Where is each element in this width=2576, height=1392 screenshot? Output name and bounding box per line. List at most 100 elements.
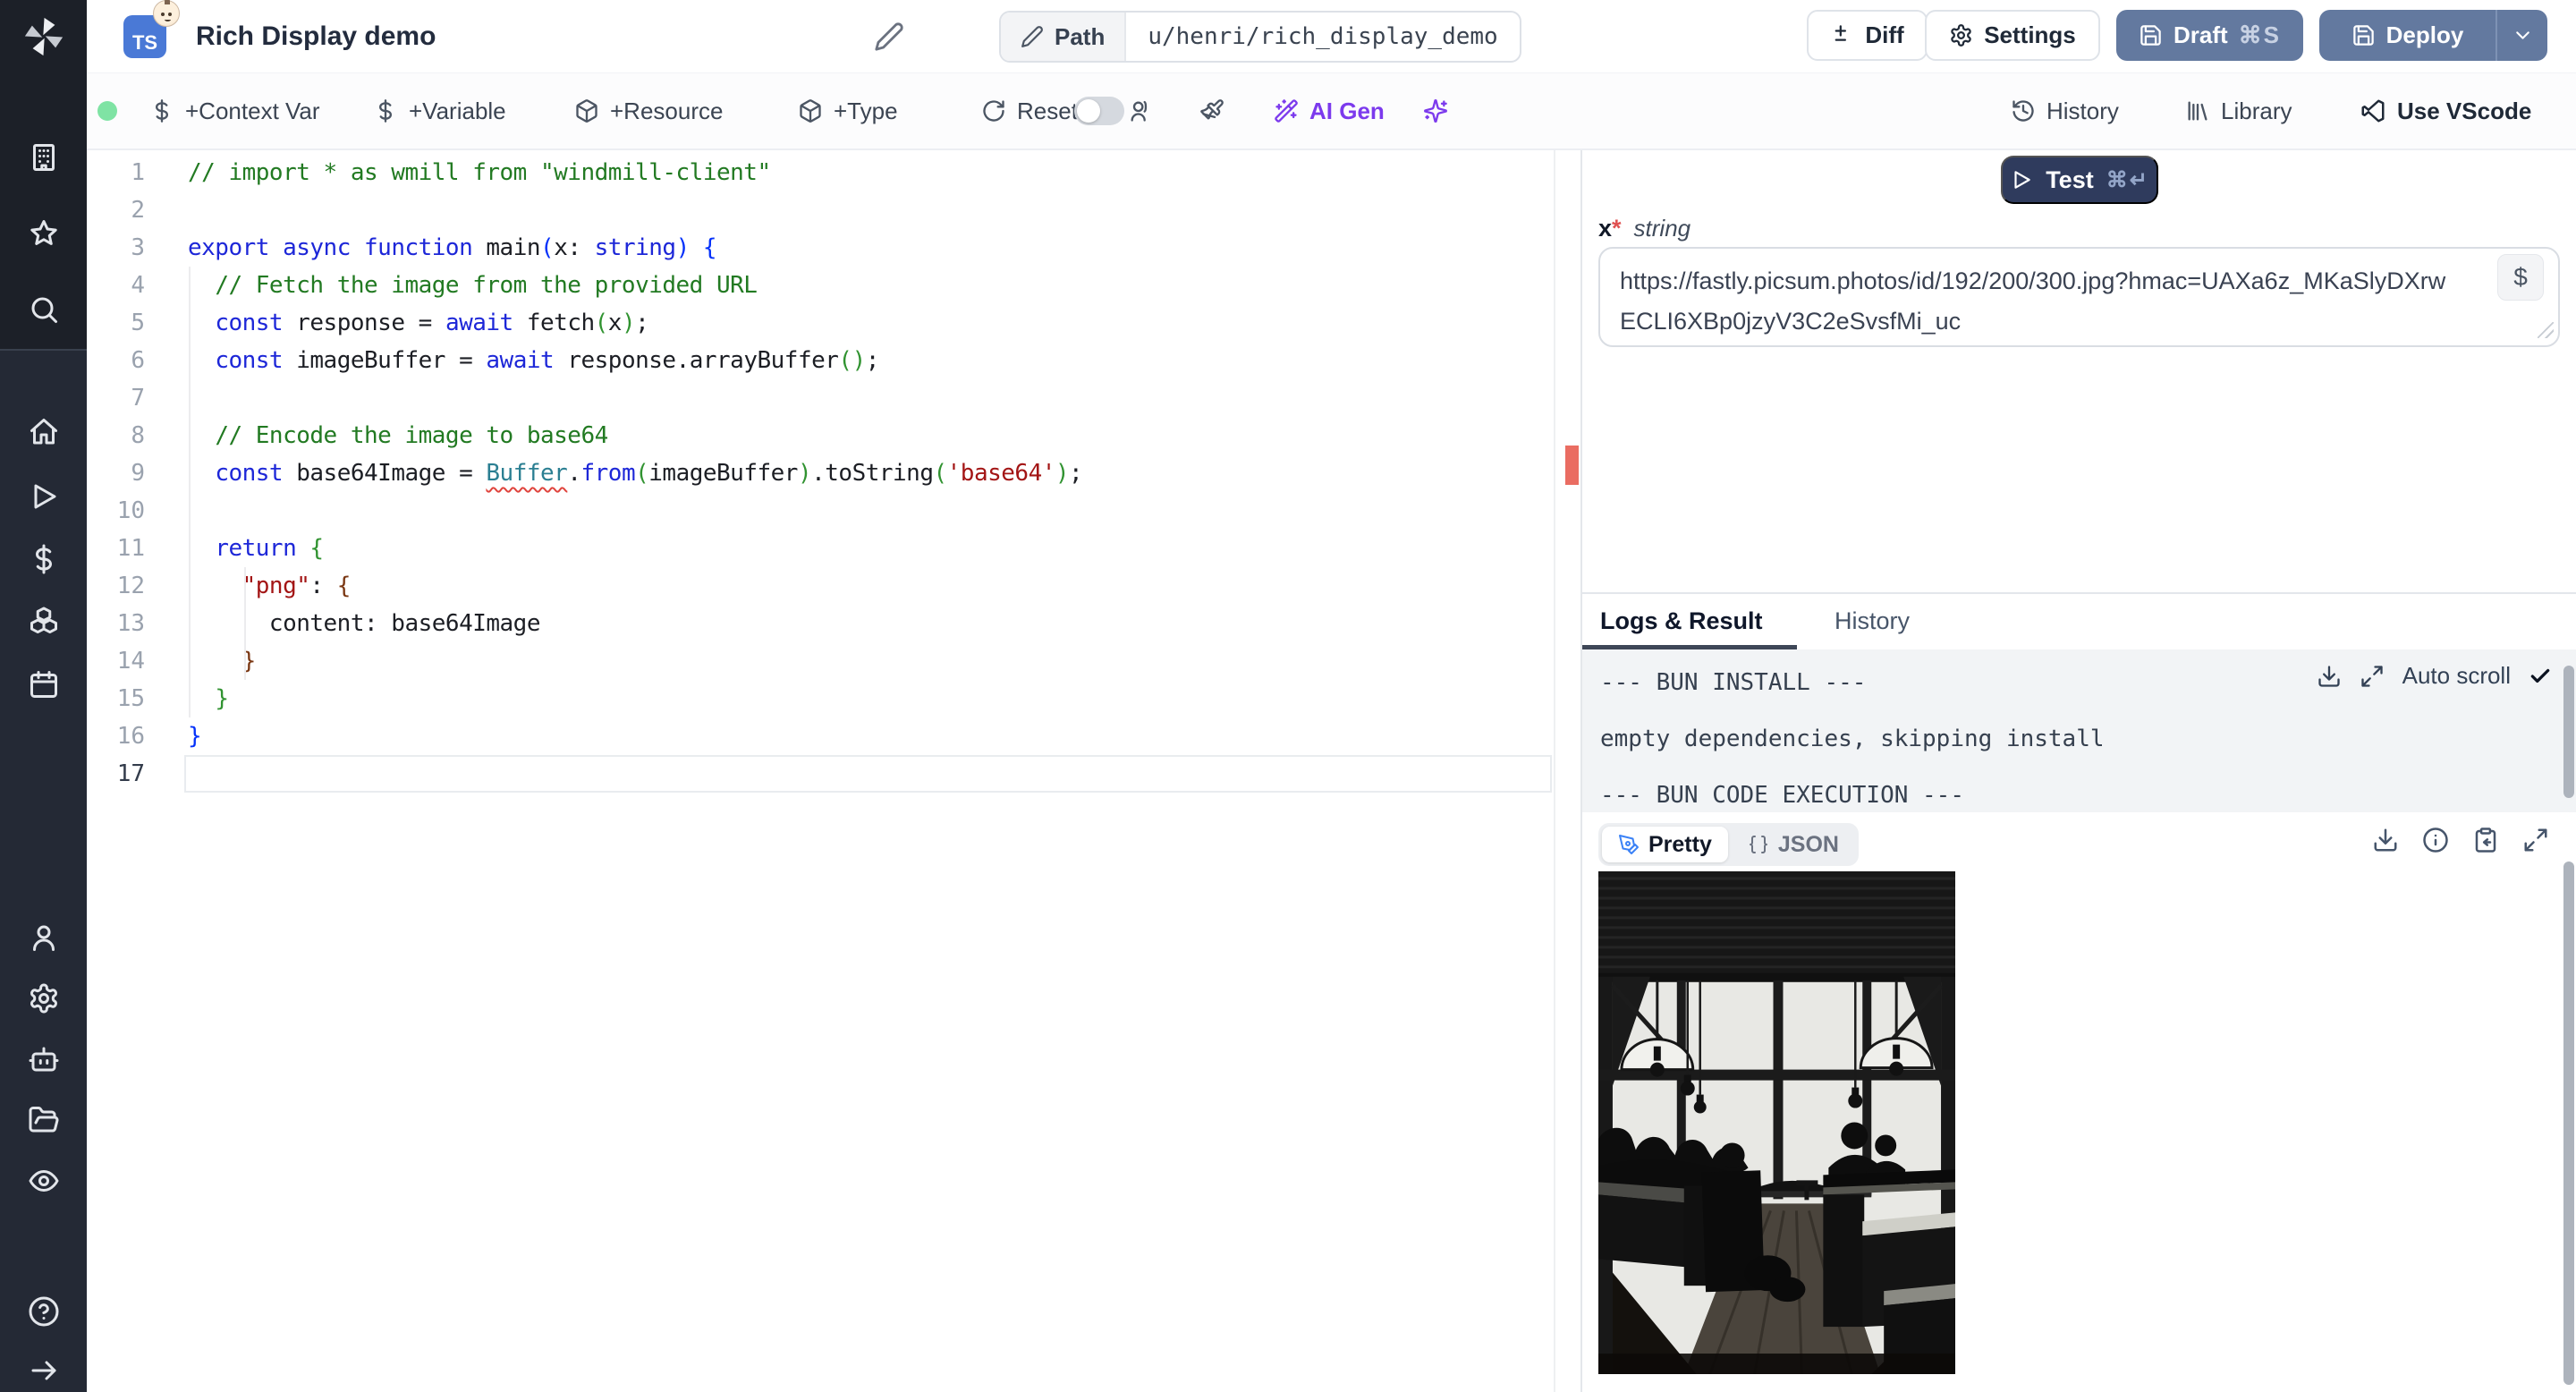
history-button[interactable]: History bbox=[2011, 73, 2119, 149]
reset-button[interactable]: Reset bbox=[981, 73, 1078, 149]
baby-emoji-icon bbox=[153, 0, 180, 27]
ai-gen-button[interactable]: AI Gen bbox=[1274, 73, 1385, 149]
deploy-dropdown-button[interactable] bbox=[2496, 10, 2547, 61]
path-control[interactable]: Path u/henri/rich_display_demo bbox=[999, 11, 1521, 63]
line-number: 9 bbox=[131, 460, 145, 487]
textarea-resize-handle[interactable] bbox=[2538, 322, 2554, 338]
log-line: --- BUN CODE EXECUTION --- bbox=[1600, 782, 1964, 809]
code-line: const imageBuffer = await response.array… bbox=[215, 347, 879, 374]
windmill-logo-icon[interactable] bbox=[20, 13, 68, 61]
use-vscode-button[interactable]: Use VScode bbox=[2360, 73, 2531, 149]
add-variable-button[interactable]: +Variable bbox=[373, 73, 506, 149]
code-editor[interactable]: 1 2 3 4 5 6 7 8 9 10 11 12 13 14 15 16 17 // import * as… bbox=[87, 150, 1580, 1392]
sidebar-divider bbox=[0, 349, 87, 351]
line-number: 13 bbox=[116, 610, 145, 637]
line-number: 2 bbox=[131, 197, 145, 224]
resources-boxes-icon[interactable] bbox=[28, 606, 60, 638]
search-icon[interactable] bbox=[28, 293, 60, 326]
settings-button[interactable]: Settings bbox=[1925, 10, 2100, 61]
code-line: content: base64Image bbox=[188, 610, 541, 637]
history-clock-icon bbox=[2011, 98, 2036, 123]
help-icon[interactable] bbox=[28, 1295, 60, 1328]
expand-arrow-icon[interactable] bbox=[28, 1354, 60, 1387]
user-icon[interactable] bbox=[28, 921, 60, 954]
result-image bbox=[1598, 871, 1955, 1376]
folders-icon[interactable] bbox=[28, 1104, 60, 1136]
save-icon bbox=[2351, 23, 2376, 47]
info-icon[interactable] bbox=[2422, 827, 2449, 853]
edit-summary-pencil-icon[interactable] bbox=[874, 21, 904, 52]
tab-logs-result[interactable]: Logs & Result bbox=[1600, 598, 1763, 644]
add-context-var-button[interactable]: +Context Var bbox=[149, 73, 320, 149]
copy-clipboard-icon[interactable] bbox=[2472, 827, 2499, 853]
draft-button[interactable]: Draft ⌘S bbox=[2116, 10, 2303, 61]
path-value: u/henri/rich_display_demo bbox=[1148, 23, 1498, 50]
line-number: 10 bbox=[116, 497, 145, 524]
tab-history[interactable]: History bbox=[1835, 598, 1910, 644]
logs-output: --- BUN INSTALL --- empty dependencies, s… bbox=[1582, 649, 2576, 812]
diff-button[interactable]: Diff bbox=[1807, 10, 1928, 61]
code-line: } bbox=[188, 723, 202, 750]
auto-scroll-label[interactable]: Auto scroll bbox=[2402, 662, 2511, 690]
add-resource-button[interactable]: +Resource bbox=[574, 73, 723, 149]
logs-scrollbar[interactable] bbox=[2563, 666, 2574, 798]
settings-gear-icon[interactable] bbox=[28, 982, 60, 1014]
path-pencil-icon bbox=[1021, 25, 1044, 48]
magic-wand-icon bbox=[1274, 98, 1299, 123]
line-number: 6 bbox=[131, 347, 145, 374]
library-button[interactable]: Library bbox=[2185, 73, 2292, 149]
code-line: const base64Image = Buffer.from(imageBuf… bbox=[215, 460, 1083, 487]
code-line: // Fetch the image from the provided URL bbox=[215, 272, 758, 299]
expand-logs-icon[interactable] bbox=[2360, 664, 2385, 689]
home-icon[interactable] bbox=[28, 416, 60, 448]
workers-bot-icon[interactable] bbox=[28, 1043, 60, 1075]
code-line: export async function main(x: string) { bbox=[188, 234, 717, 261]
left-sidebar bbox=[0, 0, 87, 1392]
play-icon bbox=[2010, 168, 2033, 191]
expand-result-icon[interactable] bbox=[2522, 827, 2549, 853]
schedules-calendar-icon[interactable] bbox=[28, 668, 60, 700]
code-line: // Encode the image to base64 bbox=[215, 422, 608, 449]
draft-shortcut: ⌘S bbox=[2238, 21, 2281, 48]
deploy-button[interactable]: Deploy bbox=[2319, 10, 2496, 61]
chevron-down-icon bbox=[2512, 24, 2534, 47]
pretty-view-button[interactable]: Pretty bbox=[1602, 827, 1728, 862]
windmill-script-editor: TS Rich Display demo Path u/henri/rich_d… bbox=[0, 0, 2576, 1392]
check-icon[interactable] bbox=[2529, 665, 2552, 688]
result-view-switch: Pretty JSON bbox=[1598, 823, 1859, 866]
vscode-icon bbox=[2360, 98, 2386, 124]
variables-dollar-icon[interactable] bbox=[28, 543, 60, 575]
argument-label: x* string bbox=[1598, 215, 1691, 242]
runs-play-icon[interactable] bbox=[28, 480, 60, 513]
sparkles-icon bbox=[1423, 98, 1448, 123]
diff-mode-toggle[interactable] bbox=[1074, 97, 1124, 125]
test-button[interactable]: Test ⌘↵ bbox=[2001, 156, 2158, 204]
save-icon bbox=[2139, 23, 2163, 47]
line-number: 11 bbox=[116, 535, 145, 562]
add-type-button[interactable]: +Type bbox=[798, 73, 898, 149]
paintbrush-icon bbox=[1199, 98, 1224, 123]
insert-variable-dollar-button[interactable]: $ bbox=[2497, 254, 2544, 301]
ai-sparkles-button[interactable] bbox=[1423, 73, 1448, 149]
status-dot bbox=[97, 101, 117, 121]
plus-minus-icon bbox=[1830, 23, 1854, 47]
line-number: 4 bbox=[131, 272, 145, 299]
json-view-button[interactable]: JSON bbox=[1732, 827, 1855, 862]
audit-eye-icon[interactable] bbox=[28, 1165, 60, 1197]
line-number: 12 bbox=[116, 573, 145, 599]
line-number: 15 bbox=[116, 685, 145, 712]
format-code-button[interactable] bbox=[1199, 73, 1224, 149]
line-number: 16 bbox=[116, 723, 145, 750]
download-result-icon[interactable] bbox=[2372, 827, 2399, 853]
star-icon[interactable] bbox=[28, 217, 60, 250]
path-label: Path bbox=[1055, 22, 1106, 50]
current-line-highlight bbox=[184, 755, 1552, 793]
result-scrollbar[interactable] bbox=[2563, 862, 2574, 1385]
collaborators-button[interactable] bbox=[1128, 73, 1153, 149]
users-icon bbox=[1128, 98, 1153, 123]
argument-x-input[interactable]: https://fastly.picsum.photos/id/192/200/… bbox=[1598, 247, 2560, 347]
building-icon[interactable] bbox=[28, 141, 60, 174]
top-header: TS Rich Display demo Path u/henri/rich_d… bbox=[87, 0, 2576, 73]
download-logs-icon[interactable] bbox=[2317, 664, 2342, 689]
